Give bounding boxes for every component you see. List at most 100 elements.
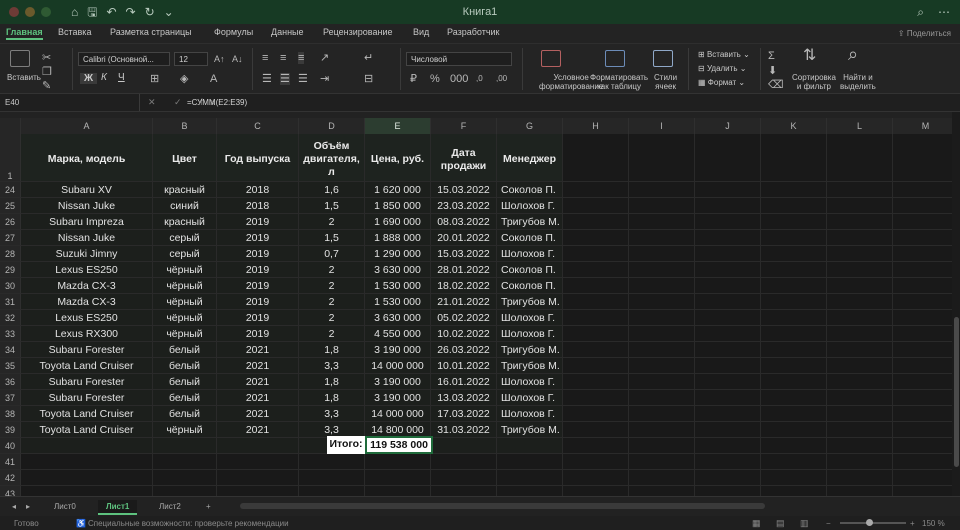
empty-cell[interactable] [827, 182, 893, 198]
thousands-icon[interactable]: 000 [450, 73, 468, 85]
empty-cell[interactable] [629, 262, 695, 278]
empty-cell[interactable] [629, 486, 695, 496]
table-cell[interactable]: 2019 [217, 310, 299, 326]
row-header[interactable]: 36 [0, 374, 21, 390]
table-cell[interactable]: 1 690 000 [365, 214, 431, 230]
table-cell[interactable]: чёрный [153, 422, 217, 438]
table-cell[interactable]: 20.01.2022 [431, 230, 497, 246]
table-cell[interactable]: 2021 [217, 374, 299, 390]
table-cell[interactable]: Subaru Forester [21, 374, 153, 390]
empty-cell[interactable] [629, 214, 695, 230]
column-header-g[interactable]: G [497, 118, 563, 134]
empty-cell[interactable] [827, 214, 893, 230]
save-icon[interactable]: 🖫 [87, 5, 97, 19]
empty-cell[interactable] [431, 486, 497, 496]
table-cell[interactable]: 2019 [217, 246, 299, 262]
empty-cell[interactable] [497, 470, 563, 486]
empty-cell[interactable] [563, 310, 629, 326]
table-cell[interactable]: 1 290 000 [365, 246, 431, 262]
empty-cell[interactable] [827, 310, 893, 326]
table-cell[interactable]: Toyota Land Cruiser [21, 422, 153, 438]
clear-icon[interactable]: ⌫ [768, 79, 784, 91]
table-cell[interactable]: Шолохов Г. [497, 198, 563, 214]
empty-cell[interactable] [695, 310, 761, 326]
customize-toolbar-icon[interactable]: ⌄ [164, 5, 174, 19]
font-name-select[interactable]: Calibri (Основной... [78, 52, 170, 66]
table-cell[interactable]: Lexus ES250 [21, 310, 153, 326]
empty-cell[interactable] [629, 342, 695, 358]
fill-color-icon[interactable]: ◈ [180, 73, 188, 85]
add-sheet-button[interactable]: + [198, 500, 219, 513]
close-window-button[interactable] [9, 7, 19, 17]
table-cell[interactable]: Toyota Land Cruiser [21, 358, 153, 374]
table-cell[interactable]: 23.03.2022 [431, 198, 497, 214]
empty-cell[interactable] [431, 438, 497, 454]
column-title[interactable]: Марка, модель [21, 134, 153, 182]
paste-icon[interactable] [10, 50, 30, 67]
empty-cell[interactable] [695, 198, 761, 214]
column-header-d[interactable]: D [299, 118, 365, 134]
table-cell[interactable]: красный [153, 182, 217, 198]
empty-cell[interactable] [893, 310, 959, 326]
row-header-1[interactable]: 1 [0, 134, 21, 182]
table-cell[interactable]: 17.03.2022 [431, 406, 497, 422]
table-cell[interactable]: 2019 [217, 294, 299, 310]
zoom-window-button[interactable] [41, 7, 51, 17]
empty-cell[interactable] [827, 326, 893, 342]
empty-cell[interactable] [299, 470, 365, 486]
row-header[interactable]: 42 [0, 470, 21, 486]
empty-cell[interactable] [695, 358, 761, 374]
find-select-button[interactable]: Найти и выделить [840, 73, 876, 91]
home-icon[interactable]: ⌂ [71, 5, 78, 19]
table-cell[interactable]: 2 [299, 326, 365, 342]
table-cell[interactable]: 10.02.2022 [431, 326, 497, 342]
indent-icon[interactable]: ⇥ [320, 73, 329, 85]
table-cell[interactable]: 15.03.2022 [431, 182, 497, 198]
empty-cell[interactable] [695, 470, 761, 486]
empty-cell[interactable] [563, 134, 629, 182]
vertical-scrollbar[interactable] [952, 112, 960, 496]
row-header[interactable]: 37 [0, 390, 21, 406]
table-cell[interactable]: 18.02.2022 [431, 278, 497, 294]
empty-cell[interactable] [827, 198, 893, 214]
table-cell[interactable]: 3,3 [299, 358, 365, 374]
table-cell[interactable]: 2 [299, 262, 365, 278]
table-cell[interactable]: Lexus RX300 [21, 326, 153, 342]
table-cell[interactable]: Соколов П. [497, 278, 563, 294]
empty-cell[interactable] [629, 326, 695, 342]
table-cell[interactable]: Тригубов М. [497, 294, 563, 310]
table-cell[interactable]: 1 530 000 [365, 294, 431, 310]
empty-cell[interactable] [761, 486, 827, 496]
empty-cell[interactable] [299, 454, 365, 470]
table-cell[interactable]: Тригубов М. [497, 358, 563, 374]
table-cell[interactable]: 1 530 000 [365, 278, 431, 294]
cell-styles-button[interactable]: Стили ячеек [654, 73, 677, 91]
column-header-c[interactable]: C [217, 118, 299, 134]
column-header-j[interactable]: J [695, 118, 761, 134]
cut-icon[interactable]: ✂ [42, 52, 51, 64]
italic-button[interactable]: К [101, 73, 107, 83]
column-title[interactable]: Дата продажи [431, 134, 497, 182]
conditional-format-icon[interactable] [541, 50, 561, 67]
empty-cell[interactable] [761, 246, 827, 262]
tab-data[interactable]: Данные [271, 27, 304, 37]
empty-cell[interactable] [761, 198, 827, 214]
empty-cell[interactable] [893, 454, 959, 470]
table-cell[interactable]: 14 000 000 [365, 406, 431, 422]
empty-cell[interactable] [563, 214, 629, 230]
bold-button[interactable]: Ж [80, 73, 98, 84]
row-header-40[interactable]: 40 [0, 438, 21, 454]
empty-cell[interactable] [21, 438, 153, 454]
table-cell[interactable]: Subaru Impreza [21, 214, 153, 230]
table-cell[interactable]: Шолохов Г. [497, 390, 563, 406]
empty-cell[interactable] [21, 454, 153, 470]
refresh-icon[interactable]: ↻ [145, 5, 155, 19]
empty-cell[interactable] [217, 486, 299, 496]
row-header[interactable]: 35 [0, 358, 21, 374]
align-top-icon[interactable]: ≡ [262, 52, 268, 64]
spreadsheet-grid[interactable]: A B C D E F G H I J K L M 1 Марка, модель Цвет Год выпус… [0, 112, 960, 496]
empty-cell[interactable] [629, 294, 695, 310]
sheet-tab-1[interactable]: Лист1 [98, 500, 138, 515]
row-header[interactable]: 27 [0, 230, 21, 246]
search-icon[interactable]: ⌕ [917, 5, 924, 20]
